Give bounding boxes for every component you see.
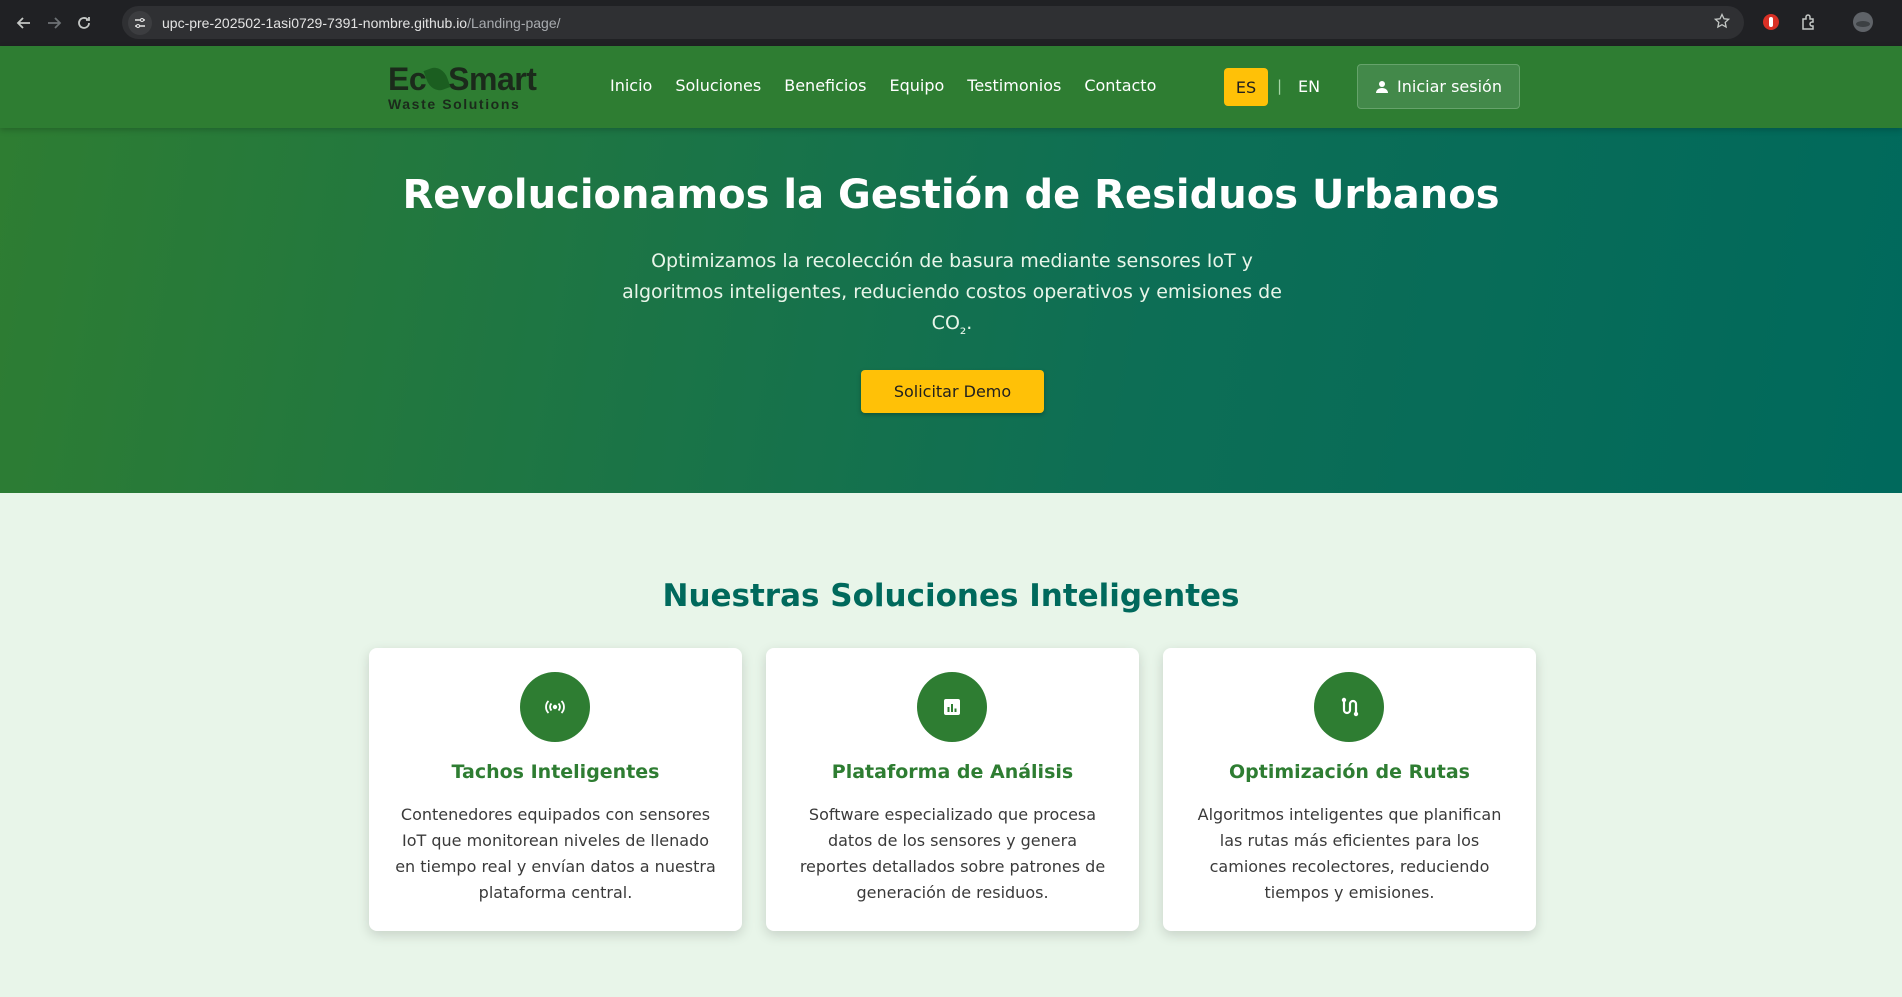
request-demo-button[interactable]: Solicitar Demo [861, 370, 1044, 413]
address-bar[interactable]: upc-pre-202502-1asi0729-7391-nombre.gith… [122, 6, 1744, 39]
solutions-title: Nuestras Soluciones Inteligentes [662, 578, 1240, 614]
url-path: /Landing-page/ [467, 14, 561, 31]
logo-subtitle: Waste Solutions [388, 96, 521, 112]
ecosmart-logo[interactable]: Ec Smart Waste Solutions [388, 63, 538, 113]
site-header: Ec Smart Waste Solutions Inicio Solucione… [0, 46, 1902, 128]
extension-icon-red[interactable] [1760, 11, 1782, 33]
url-host: upc-pre-202502-1asi0729-7391-nombre.gith… [162, 14, 468, 31]
login-label: Iniciar sesión [1397, 77, 1502, 96]
reload-icon[interactable] [72, 11, 96, 35]
nav-contacto[interactable]: Contacto [1084, 76, 1156, 95]
hero-subtitle-text: Optimizamos la recolección de basura med… [622, 250, 1282, 334]
card-text: Contenedores equipados con sensores IoT … [395, 805, 716, 902]
card-title: Optimización de Rutas [1229, 761, 1470, 783]
main-nav: Inicio Soluciones Beneficios Equipo Test… [610, 76, 1179, 95]
sensors-icon [520, 672, 590, 742]
logo-wordmark: Ec Smart [388, 63, 538, 95]
nav-inicio[interactable]: Inicio [610, 76, 652, 95]
logo-text-ec: Ec [388, 61, 427, 97]
language-separator: | [1277, 77, 1283, 95]
leaf-icon [423, 64, 451, 94]
solution-card-smart-bins: Tachos Inteligentes Contenedores equipad… [369, 648, 742, 931]
solution-card-routes: Optimización de Rutas Algoritmos intelig… [1163, 648, 1536, 931]
hero-subtitle-end: . [966, 312, 973, 334]
card-text: Algoritmos inteligentes que planifican l… [1197, 805, 1502, 902]
user-icon [1376, 80, 1389, 93]
nav-soluciones[interactable]: Soluciones [675, 76, 761, 95]
route-icon [1314, 672, 1384, 742]
language-en-button[interactable]: EN [1298, 77, 1320, 96]
site-settings-icon[interactable] [128, 10, 152, 35]
card-title: Plataforma de Análisis [831, 761, 1074, 783]
card-title: Tachos Inteligentes [451, 761, 660, 783]
url-text[interactable]: upc-pre-202502-1asi0729-7391-nombre.gith… [162, 15, 561, 31]
back-arrow-icon[interactable] [12, 11, 36, 35]
hero-section: Revolucionamos la Gestión de Residuos Ur… [0, 128, 1902, 493]
browser-toolbar: upc-pre-202502-1asi0729-7391-nombre.gith… [0, 0, 1902, 46]
logo-text-smart: Smart [448, 61, 537, 97]
extensions-puzzle-icon[interactable] [1798, 11, 1820, 33]
bookmark-star-icon[interactable] [1713, 12, 1731, 33]
card-text: Software especializado que procesa datos… [799, 805, 1106, 902]
hero-subtitle: Optimizamos la recolección de basura med… [616, 246, 1288, 344]
profile-avatar[interactable] [1852, 11, 1874, 33]
nav-beneficios[interactable]: Beneficios [784, 76, 866, 95]
hero-title: Revolucionamos la Gestión de Residuos Ur… [402, 172, 1500, 218]
language-es-button[interactable]: ES [1224, 68, 1268, 106]
forward-arrow-icon[interactable] [42, 11, 66, 35]
login-button[interactable]: Iniciar sesión [1357, 64, 1520, 109]
solution-card-analytics: Plataforma de Análisis Software especial… [766, 648, 1139, 931]
analytics-icon [917, 672, 987, 742]
nav-equipo[interactable]: Equipo [889, 76, 944, 95]
nav-testimonios[interactable]: Testimonios [967, 76, 1061, 95]
